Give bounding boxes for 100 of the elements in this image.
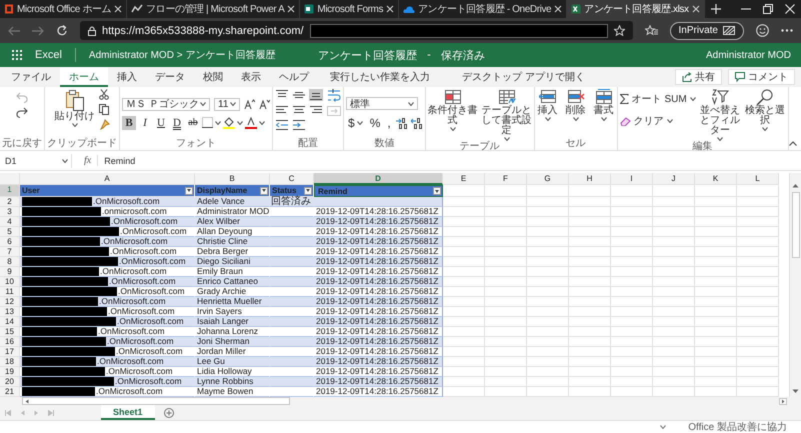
number-format-button[interactable]: $ [346, 116, 365, 130]
ribbon-button[interactable]: 削除 [564, 89, 587, 121]
breadcrumb[interactable]: Administrator MOD > アンケート回答履歴 [88, 48, 276, 62]
ribbon-button[interactable]: 並べ替えとフィルター [700, 89, 741, 141]
site-icon[interactable] [571, 4, 582, 14]
row-number[interactable]: 9 [0, 267, 20, 277]
star-icon[interactable] [614, 25, 625, 36]
ribbon-tab[interactable]: ファイル [2, 67, 60, 87]
insert-function-label[interactable]: fx [78, 155, 98, 166]
row-number[interactable]: 11 [0, 287, 20, 297]
row-number[interactable]: 14 [0, 317, 20, 327]
autosum-button[interactable]: オート SUM [620, 92, 696, 106]
caret-icon[interactable] [450, 127, 456, 131]
open-desktop-link[interactable]: デスクトップ アプリで開く [462, 67, 585, 87]
share-button[interactable]: 共有 [675, 69, 722, 85]
column-letter[interactable]: D [314, 173, 443, 185]
sheet-tab[interactable]: Sheet1 [101, 405, 155, 420]
close-icon[interactable] [692, 5, 700, 13]
scroll-left-icon[interactable] [25, 398, 29, 404]
ribbon-tab[interactable]: 校閲 [194, 67, 232, 87]
caret-icon[interactable] [504, 137, 510, 141]
favorites-icon[interactable] [644, 25, 658, 36]
caret-icon[interactable] [666, 119, 673, 123]
align-button[interactable] [275, 104, 289, 116]
ribbon-tab[interactable]: ホーム [60, 67, 108, 87]
column-letter[interactable]: B [195, 173, 270, 185]
align-button[interactable] [309, 89, 323, 101]
address-bar[interactable]: https://m365x533888-my.sharepoint.com/ [80, 21, 633, 40]
format-button[interactable]: D [170, 116, 184, 130]
ribbon-button[interactable]: 書式 [592, 89, 615, 121]
column-letter[interactable]: K [695, 173, 737, 185]
column-letter[interactable]: A [20, 173, 195, 185]
row-number[interactable]: 4 [0, 217, 20, 227]
ribbon-tab[interactable]: 挿入 [108, 67, 146, 87]
fill-color-icon[interactable] [223, 116, 235, 128]
copy-icon[interactable] [98, 104, 110, 115]
column-letter[interactable]: E [443, 173, 485, 185]
row-number[interactable]: 16 [0, 337, 20, 347]
add-sheet-icon[interactable] [164, 408, 174, 418]
scroll-up-icon[interactable] [792, 183, 799, 188]
shrink-font-icon[interactable] [259, 99, 270, 109]
caret-icon[interactable] [237, 120, 243, 124]
cut-icon[interactable] [99, 89, 109, 100]
row-number[interactable]: 18 [0, 357, 20, 367]
app-name[interactable]: Excel [35, 49, 62, 61]
ribbon-button[interactable]: 検索と選択 [744, 89, 786, 131]
format-button[interactable]: ab [186, 116, 200, 130]
row-number[interactable]: 19 [0, 367, 20, 377]
caret-icon[interactable] [717, 137, 724, 141]
more-icon[interactable] [781, 29, 793, 32]
column-letter[interactable]: G [527, 173, 569, 185]
format-painter-icon[interactable] [98, 119, 110, 130]
align-button[interactable] [309, 104, 323, 116]
caret-icon[interactable] [62, 158, 68, 162]
caret-icon[interactable] [259, 120, 265, 124]
font-color-icon[interactable] [245, 116, 257, 128]
row-number[interactable]: 7 [0, 247, 20, 257]
format-button[interactable]: B [122, 116, 136, 130]
formula-field[interactable]: Remind [104, 156, 799, 166]
ribbon-button[interactable]: 条件付き書式 [428, 89, 478, 131]
clear-button[interactable]: クリア [620, 114, 673, 128]
caret-icon[interactable] [572, 117, 579, 121]
font-name-dropdown[interactable]: ＭＳ Ｐゴシック [122, 98, 210, 110]
inprivate-button[interactable]: InPrivate [670, 22, 744, 40]
row-number[interactable]: 3 [0, 207, 20, 217]
caret-icon[interactable] [762, 127, 768, 131]
close-icon[interactable] [386, 5, 394, 13]
redo-icon[interactable] [16, 107, 28, 118]
align-button[interactable] [292, 89, 306, 101]
close-icon[interactable] [287, 5, 296, 13]
scroll-down-icon[interactable] [792, 389, 799, 394]
row-number[interactable]: 2 [0, 197, 20, 207]
column-letter[interactable]: I [611, 173, 653, 185]
row-number[interactable]: 20 [0, 377, 20, 387]
row-number[interactable]: 1 [0, 185, 20, 197]
smiley-icon[interactable] [756, 24, 769, 37]
refresh-icon[interactable] [56, 24, 68, 36]
number-format-button[interactable]: , [385, 116, 393, 130]
ribbon-button[interactable]: テーブルとして書式設定 [482, 89, 532, 141]
column-letter[interactable]: J [653, 173, 695, 185]
caret-icon[interactable] [690, 97, 696, 101]
collapse-ribbon-icon[interactable] [789, 141, 797, 146]
column-letter[interactable]: C [270, 173, 314, 185]
caret-icon[interactable] [230, 102, 236, 106]
row-number[interactable]: 10 [0, 277, 20, 287]
filter-button[interactable] [185, 186, 193, 194]
search-field[interactable]: 実行したい作業を入力 [330, 67, 448, 87]
border-icon[interactable] [202, 117, 213, 128]
caret-icon[interactable] [660, 424, 666, 428]
filter-button[interactable] [260, 186, 268, 194]
caret-icon[interactable] [215, 120, 221, 124]
new-tab-icon[interactable] [710, 4, 721, 14]
decrease-decimal-icon[interactable] [410, 118, 423, 128]
close-icon[interactable] [114, 5, 122, 13]
align-button[interactable] [275, 119, 289, 131]
row-number[interactable]: 6 [0, 237, 20, 247]
feedback-link[interactable]: Office 製品改善に協力 [688, 420, 787, 433]
increase-decimal-icon[interactable] [396, 118, 408, 128]
grow-font-icon[interactable] [244, 99, 255, 109]
ribbon-button[interactable]: 挿入 [536, 89, 559, 121]
